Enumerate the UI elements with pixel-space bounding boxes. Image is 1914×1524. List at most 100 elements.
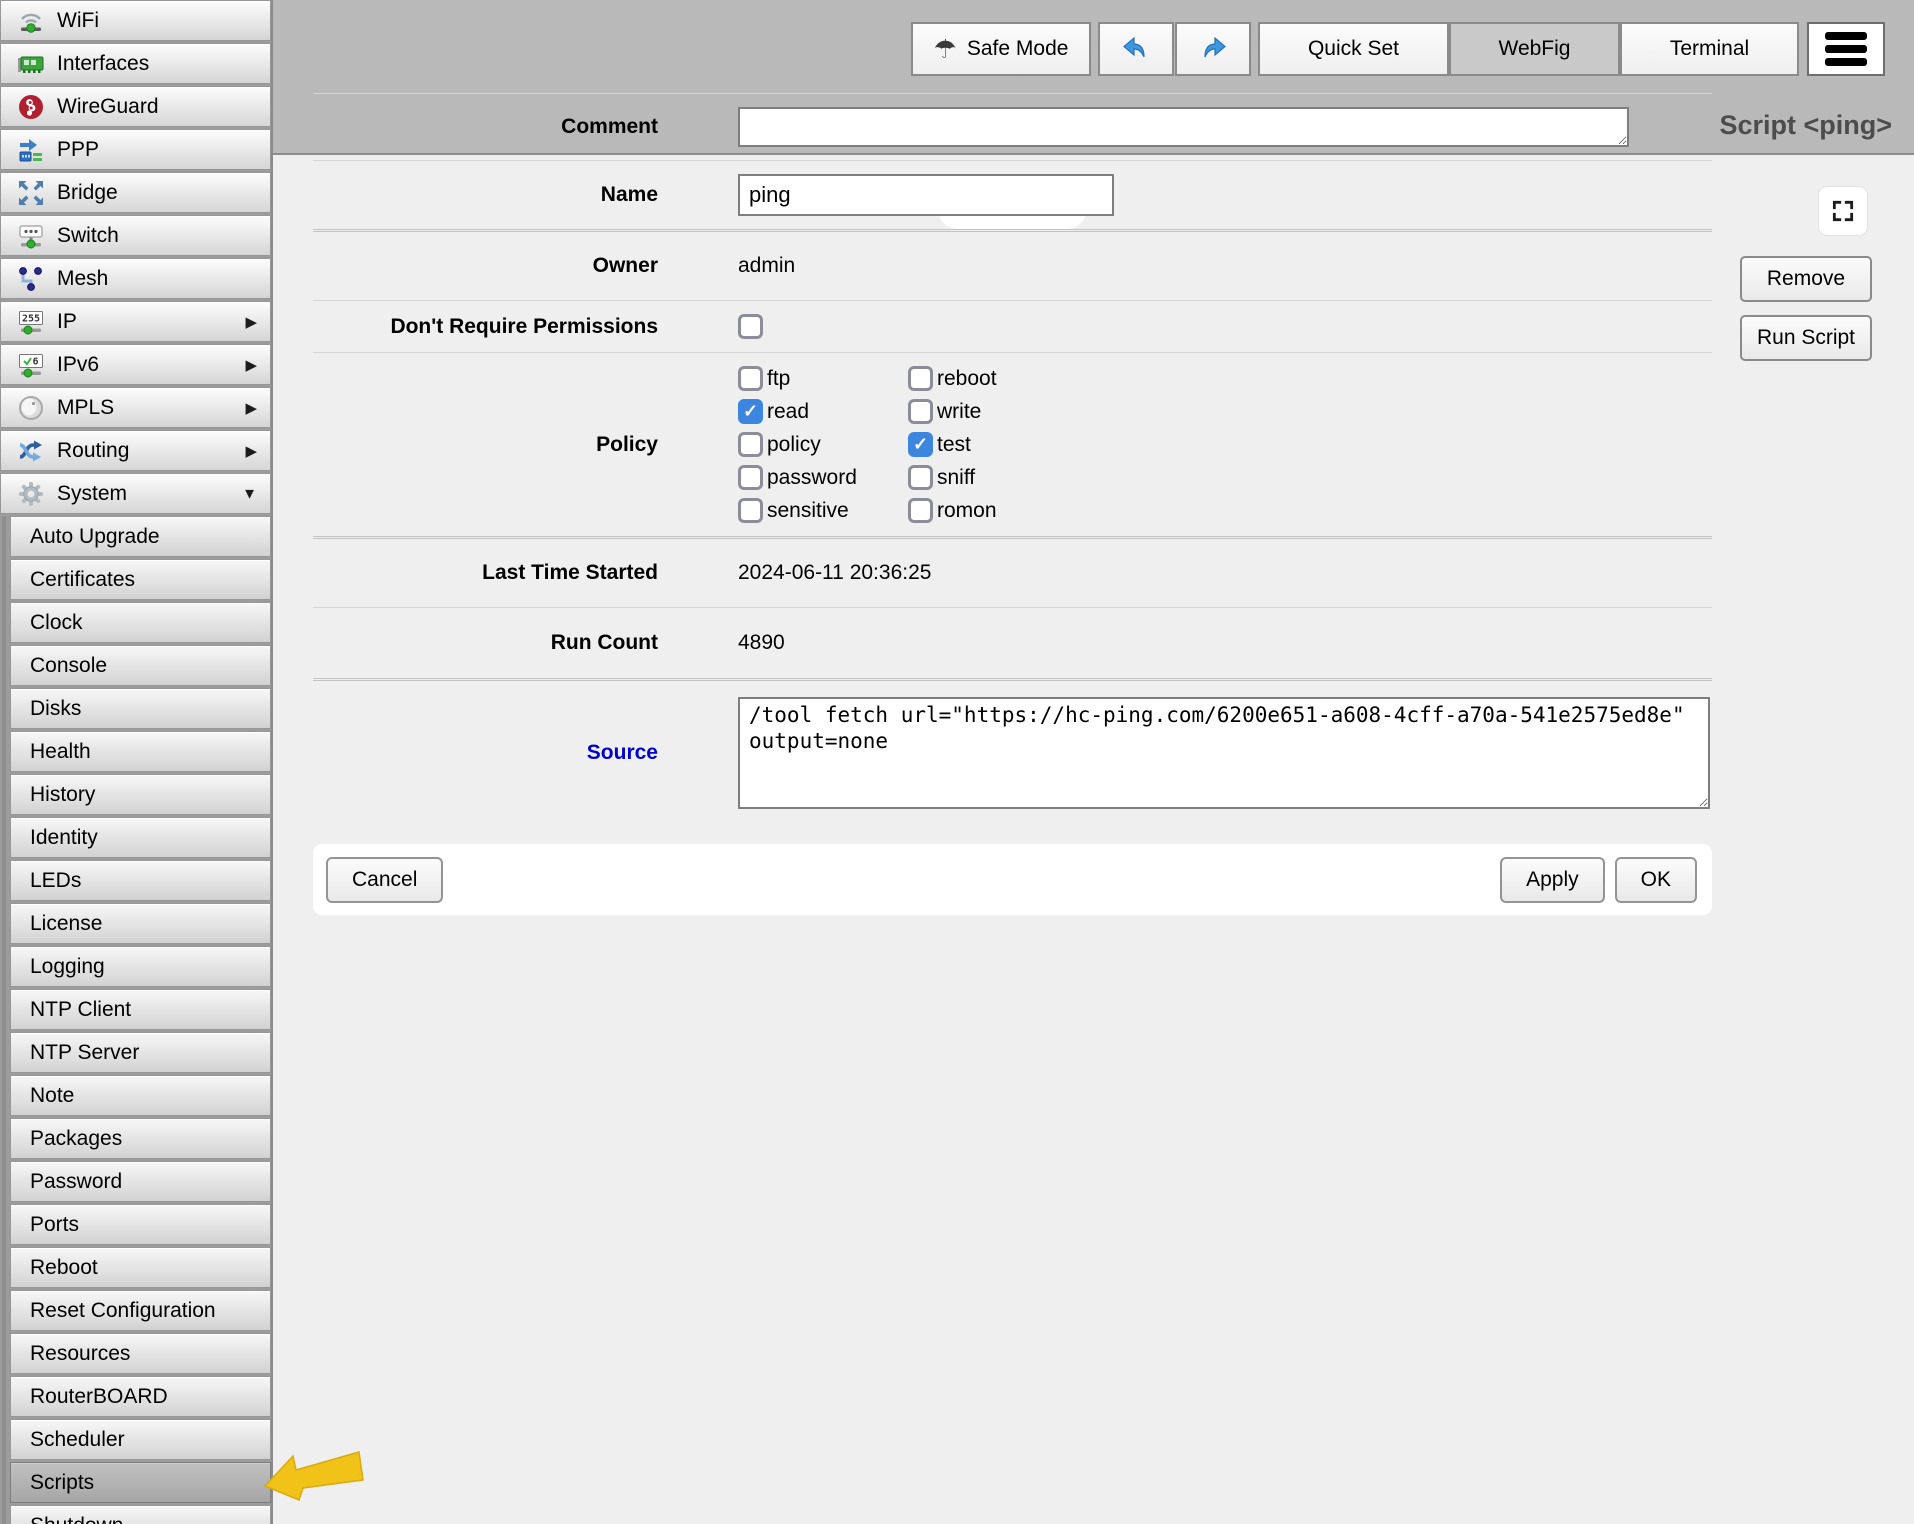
- tab-webfig[interactable]: WebFig: [1449, 22, 1620, 76]
- sidebar-item-console[interactable]: Console: [10, 645, 271, 686]
- remove-button[interactable]: Remove: [1740, 256, 1872, 302]
- policy-checkbox-read[interactable]: ✓: [738, 399, 763, 424]
- policy-checkbox-password[interactable]: [738, 465, 763, 490]
- sidebar-item-label: IP: [57, 310, 77, 334]
- page-title: Script <ping>: [1719, 110, 1892, 141]
- quick-set-label: Quick Set: [1308, 37, 1399, 61]
- sidebar-item-ntp-server[interactable]: NTP Server: [10, 1032, 271, 1073]
- sidebar-item-ipv6[interactable]: 6IPv6▶: [0, 344, 271, 385]
- sidebar-item-identity[interactable]: Identity: [10, 817, 271, 858]
- mesh-icon: [16, 264, 46, 294]
- sidebar-item-disks[interactable]: Disks: [10, 688, 271, 729]
- comment-input[interactable]: [738, 107, 1629, 147]
- last-time-started-label: Last Time Started: [313, 561, 658, 585]
- sidebar-item-mesh[interactable]: Mesh: [0, 258, 271, 299]
- policy-option-label: ftp: [767, 367, 790, 391]
- sidebar-item-auto-upgrade[interactable]: Auto Upgrade: [10, 516, 271, 557]
- sidebar-item-interfaces[interactable]: Interfaces: [0, 43, 271, 84]
- policy-option-password: password: [738, 465, 908, 490]
- system-icon: [16, 479, 46, 509]
- script-form: Comment Name Owner admin Don't Require P…: [313, 93, 1712, 915]
- sidebar-item-label: PPP: [57, 138, 99, 162]
- policy-checkbox-write[interactable]: [908, 399, 933, 424]
- comment-label: Comment: [313, 115, 658, 139]
- sidebar-item-leds[interactable]: LEDs: [10, 860, 271, 901]
- sidebar-item-label: WireGuard: [57, 95, 159, 119]
- run-count-row: Run Count 4890: [313, 607, 1712, 678]
- fullscreen-button[interactable]: [1818, 186, 1868, 236]
- sidebar-item-system[interactable]: System▼: [0, 473, 271, 514]
- ok-button[interactable]: OK: [1615, 857, 1697, 903]
- sidebar-item-wireguard[interactable]: WireGuard: [0, 86, 271, 127]
- sidebar-item-license[interactable]: License: [10, 903, 271, 944]
- sidebar-top: WiFi Interfaces WireGuard PPP Bridge Switch Me…: [0, 0, 271, 514]
- apply-button[interactable]: Apply: [1500, 857, 1605, 903]
- tab-quick-set[interactable]: Quick Set: [1258, 22, 1449, 76]
- sidebar-item-routerboard[interactable]: RouterBOARD: [10, 1376, 271, 1417]
- cancel-button[interactable]: Cancel: [326, 857, 443, 903]
- sidebar-item-health[interactable]: Health: [10, 731, 271, 772]
- sidebar-item-mpls[interactable]: MPLS▶: [0, 387, 271, 428]
- sidebar-item-certificates[interactable]: Certificates: [10, 559, 271, 600]
- sidebar-item-routing[interactable]: Routing▶: [0, 430, 271, 471]
- sidebar-item-label: Switch: [57, 224, 119, 248]
- sidebar-item-reset-configuration[interactable]: Reset Configuration: [10, 1290, 271, 1331]
- sidebar-item-clock[interactable]: Clock: [10, 602, 271, 643]
- undo-icon: [1120, 33, 1152, 65]
- sidebar-item-note[interactable]: Note: [10, 1075, 271, 1116]
- sidebar-item-ports[interactable]: Ports: [10, 1204, 271, 1245]
- policy-option-ftp: ftp: [738, 366, 908, 391]
- dont-require-permissions-checkbox[interactable]: [738, 314, 763, 339]
- policy-option-label: password: [767, 466, 857, 490]
- tab-terminal[interactable]: Terminal: [1620, 22, 1799, 76]
- policy-checkbox-test[interactable]: ✓: [908, 432, 933, 457]
- policy-option-label: romon: [937, 499, 997, 523]
- policy-checkbox-policy[interactable]: [738, 432, 763, 457]
- sidebar-item-wifi[interactable]: WiFi: [0, 0, 271, 41]
- policy-option-sensitive: sensitive: [738, 498, 908, 523]
- sidebar-item-resources[interactable]: Resources: [10, 1333, 271, 1374]
- sidebar-item-shutdown[interactable]: Shutdown: [10, 1505, 271, 1524]
- run-script-button[interactable]: Run Script: [1740, 315, 1872, 361]
- sidebar-item-label: Bridge: [57, 181, 118, 205]
- sidebar-item-password[interactable]: Password: [10, 1161, 271, 1202]
- svg-text:6: 6: [32, 356, 38, 367]
- sidebar-item-logging[interactable]: Logging: [10, 946, 271, 987]
- fullscreen-icon: [1830, 198, 1856, 224]
- bridge-icon: [16, 178, 46, 208]
- policy-grid: ftpreboot✓readwritepolicy✓testpasswordsn…: [738, 366, 997, 523]
- undo-button[interactable]: [1098, 22, 1174, 76]
- name-input[interactable]: [738, 174, 1114, 216]
- policy-option-label: read: [767, 400, 809, 424]
- sidebar-item-scripts[interactable]: Scripts: [10, 1462, 271, 1503]
- policy-checkbox-ftp[interactable]: [738, 366, 763, 391]
- ppp-icon: [16, 135, 46, 165]
- sidebar-item-reboot[interactable]: Reboot: [10, 1247, 271, 1288]
- redo-button[interactable]: [1175, 22, 1251, 76]
- sidebar-item-history[interactable]: History: [10, 774, 271, 815]
- sidebar-item-label: WiFi: [57, 9, 99, 33]
- sidebar-item-ip[interactable]: 255IP▶: [0, 301, 271, 342]
- sidebar-system-submenu: Auto UpgradeCertificatesClockConsoleDisk…: [2, 516, 271, 1524]
- owner-value: admin: [738, 254, 1712, 278]
- source-input[interactable]: /tool fetch url="https://hc-ping.com/620…: [738, 697, 1710, 809]
- source-row: Source /tool fetch url="https://hc-ping.…: [313, 678, 1712, 825]
- policy-checkbox-sensitive[interactable]: [738, 498, 763, 523]
- interfaces-icon: [16, 49, 46, 79]
- menu-button[interactable]: [1807, 22, 1885, 76]
- sidebar-item-ntp-client[interactable]: NTP Client: [10, 989, 271, 1030]
- ip-icon: 255: [16, 307, 46, 337]
- safe-mode-button[interactable]: ☂ Safe Mode: [911, 22, 1091, 76]
- svg-text:255: 255: [22, 313, 40, 324]
- policy-checkbox-romon[interactable]: [908, 498, 933, 523]
- sidebar-item-label: System: [57, 482, 127, 506]
- sidebar-item-bridge[interactable]: Bridge: [0, 172, 271, 213]
- sidebar-item-switch[interactable]: Switch: [0, 215, 271, 256]
- sidebar-item-scheduler[interactable]: Scheduler: [10, 1419, 271, 1460]
- policy-checkbox-sniff[interactable]: [908, 465, 933, 490]
- policy-row: Policy ftpreboot✓readwritepolicy✓testpas…: [313, 352, 1712, 536]
- policy-checkbox-reboot[interactable]: [908, 366, 933, 391]
- sidebar-item-ppp[interactable]: PPP: [0, 129, 271, 170]
- sidebar-item-packages[interactable]: Packages: [10, 1118, 271, 1159]
- owner-label: Owner: [313, 254, 658, 278]
